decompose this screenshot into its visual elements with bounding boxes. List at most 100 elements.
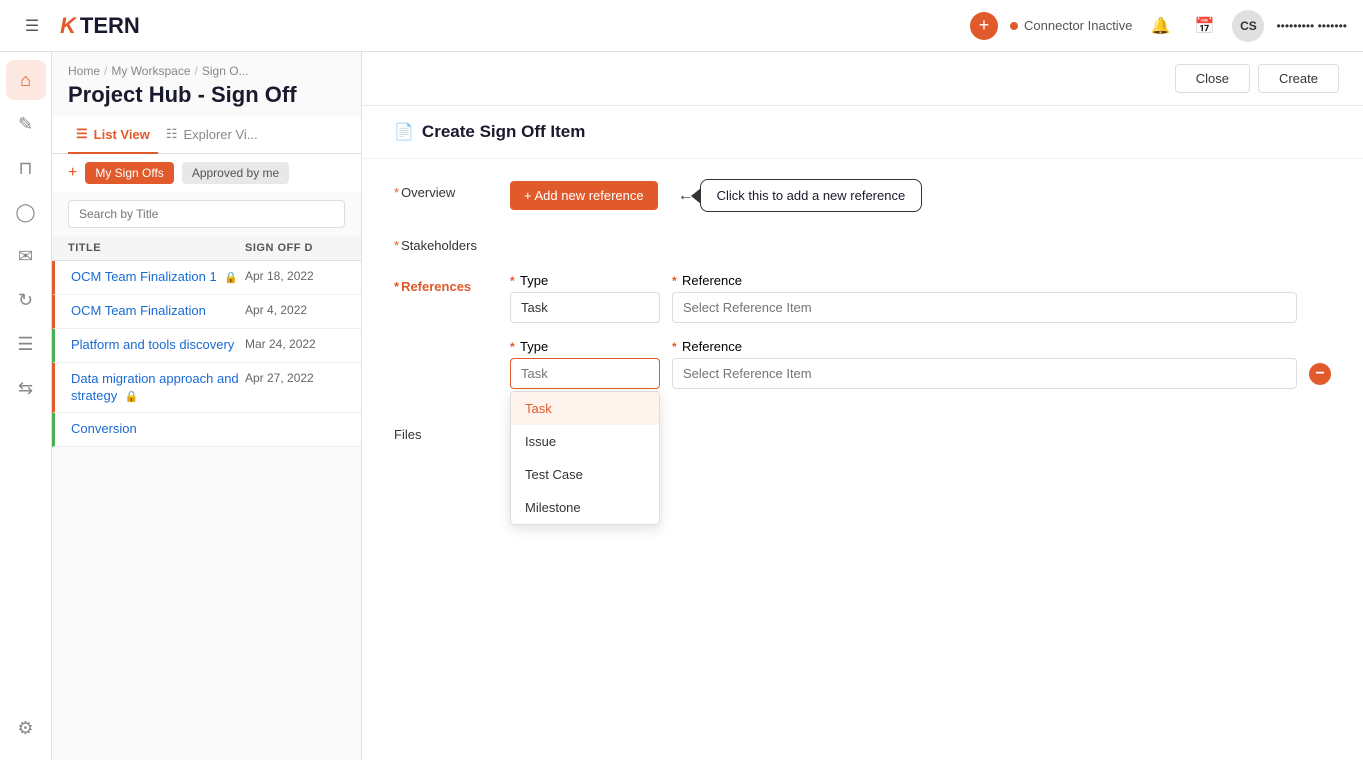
sidebar-item-circle[interactable]: ◯ <box>6 192 46 232</box>
page-title: Project Hub - Sign Off <box>52 82 361 116</box>
explorer-view-icon: ☷ <box>166 126 178 142</box>
overview-field: + Add new reference ← Click this to add … <box>510 179 1331 212</box>
filter-my-signoffs-label: My Sign Offs <box>95 166 163 180</box>
tooltip-text: Click this to add a new reference <box>717 188 906 203</box>
filter-approved-label: Approved by me <box>192 166 279 180</box>
type-dropdown-container: Task Issue Test Case Milestone <box>510 358 660 389</box>
overview-label: *Overview <box>394 179 494 200</box>
tab-explorer-label: Explorer Vi... <box>183 127 257 142</box>
ref-reference-input-2[interactable] <box>672 358 1297 389</box>
table-row[interactable]: OCM Team Finalization 1 🔒 Apr 18, 2022 <box>52 261 361 295</box>
type-col-header-2: Type <box>520 339 548 354</box>
tab-explorer-view[interactable]: ☷ Explorer Vi... <box>158 116 266 154</box>
calendar-icon[interactable]: 📅 <box>1188 10 1220 42</box>
form-topbar: Close Create <box>362 52 1363 106</box>
dropdown-item-milestone[interactable]: Milestone <box>511 491 659 524</box>
references-row: *References * Type * Reference <box>394 273 1331 401</box>
breadcrumb-sep2: / <box>195 64 198 78</box>
ref-row-2: Task Issue Test Case Milestone − <box>510 358 1331 389</box>
ref-reference-input-1[interactable] <box>672 292 1297 323</box>
sidebar-item-refresh[interactable]: ↻ <box>6 280 46 320</box>
sidebar-item-shuffle[interactable]: ⇆ <box>6 368 46 408</box>
add-new-button[interactable]: + <box>970 12 998 40</box>
breadcrumb-workspace[interactable]: My Workspace <box>111 64 190 78</box>
row-date <box>245 421 345 438</box>
connector-label: Connector Inactive <box>1024 18 1132 33</box>
ref-headers-2: * Type * Reference <box>510 339 1331 354</box>
form-panel: Close Create 📄 Create Sign Off Item *Ove… <box>362 52 1363 760</box>
dropdown-item-task[interactable]: Task <box>511 392 659 425</box>
row-date: Mar 24, 2022 <box>245 337 345 354</box>
tooltip-box: Click this to add a new reference <box>700 179 923 212</box>
files-label: Files <box>394 421 494 442</box>
references-field: * Type * Reference <box>510 273 1331 401</box>
logo: KTERN <box>60 13 140 39</box>
logo-tern: TERN <box>80 13 140 39</box>
stakeholders-row: *Stakeholders <box>394 232 1331 253</box>
form-title-icon: 📄 <box>394 122 414 142</box>
row-title: OCM Team Finalization <box>71 303 245 320</box>
filter-my-signoffs[interactable]: My Sign Offs <box>85 162 173 184</box>
filter-plus-icon[interactable]: + <box>68 164 77 182</box>
tab-list-view[interactable]: ☰ List View <box>68 116 158 154</box>
tab-list-label: List View <box>94 127 150 142</box>
remove-reference-button[interactable]: − <box>1309 363 1331 385</box>
create-button[interactable]: Create <box>1258 64 1339 93</box>
sidebar-item-send[interactable]: ✉ <box>6 236 46 276</box>
type-dropdown-menu: Task Issue Test Case Milestone <box>510 391 660 525</box>
breadcrumb-home[interactable]: Home <box>68 64 100 78</box>
references-label: *References <box>394 273 494 294</box>
ref-row-1 <box>510 292 1331 323</box>
search-bar <box>52 192 361 236</box>
row-title: Data migration approach and strategy <box>71 371 239 403</box>
filter-approved-by-me[interactable]: Approved by me <box>182 162 289 184</box>
sidebar-item-grid[interactable]: ⊓ <box>6 148 46 188</box>
required-star: * <box>394 185 399 200</box>
sidebar-item-list[interactable]: ☰ <box>6 324 46 364</box>
sidebar-item-settings[interactable]: ⚙ <box>6 708 46 748</box>
sidebar: ⌂ ✎ ⊓ ◯ ✉ ↻ ☰ ⇆ ⚙ <box>0 52 52 760</box>
filter-bar: + My Sign Offs Approved by me <box>52 154 361 192</box>
add-new-reference-button[interactable]: + Add new reference <box>510 181 658 210</box>
row-date: Apr 4, 2022 <box>245 303 345 320</box>
ref-type-input-2[interactable] <box>510 358 660 389</box>
table-row[interactable]: Data migration approach and strategy 🔒 A… <box>52 363 361 414</box>
connector-dot <box>1010 22 1018 30</box>
table-row[interactable]: Conversion <box>52 413 361 447</box>
search-input[interactable] <box>68 200 345 228</box>
breadcrumb-sep1: / <box>104 64 107 78</box>
ref-type-input-1[interactable] <box>510 292 660 323</box>
dropdown-item-testcase[interactable]: Test Case <box>511 458 659 491</box>
col-signoff-date: SIGN OFF D <box>245 242 345 254</box>
tooltip-callout: ← Click this to add a new reference <box>678 179 923 212</box>
list-view-icon: ☰ <box>76 126 88 142</box>
row-title: Conversion <box>71 421 245 438</box>
type-col-header: Type <box>520 273 548 288</box>
row-title: OCM Team Finalization 1 <box>71 269 217 284</box>
form-title: Create Sign Off Item <box>422 122 585 142</box>
logo-k: K <box>60 13 76 39</box>
sidebar-item-home[interactable]: ⌂ <box>6 60 46 100</box>
notifications-icon[interactable]: 🔔 <box>1144 10 1176 42</box>
form-title-bar: 📄 Create Sign Off Item <box>362 106 1363 159</box>
sidebar-item-edit[interactable]: ✎ <box>6 104 46 144</box>
avatar: CS <box>1232 10 1264 42</box>
table-row[interactable]: Platform and tools discovery Mar 24, 202… <box>52 329 361 363</box>
navbar: ☰ KTERN + Connector Inactive 🔔 📅 CS ••••… <box>0 0 1363 52</box>
ref-col-header-2: Reference <box>682 339 742 354</box>
row-date: Apr 27, 2022 <box>245 371 345 405</box>
table-row[interactable]: OCM Team Finalization Apr 4, 2022 <box>52 295 361 329</box>
dropdown-item-issue[interactable]: Issue <box>511 425 659 458</box>
stakeholders-label: *Stakeholders <box>394 232 494 253</box>
lock-icon: 🔒 <box>224 272 238 284</box>
overview-row: *Overview + Add new reference ← Click th… <box>394 179 1331 212</box>
connector-status: Connector Inactive <box>1010 18 1132 33</box>
main-panel: Home / My Workspace / Sign O... Project … <box>52 52 362 760</box>
lock-icon: 🔒 <box>125 391 139 403</box>
table-header: TITLE SIGN OFF D <box>52 236 361 261</box>
close-button[interactable]: Close <box>1175 64 1250 93</box>
menu-icon[interactable]: ☰ <box>16 10 48 42</box>
row-title: Platform and tools discovery <box>71 337 245 354</box>
view-tabs: ☰ List View ☷ Explorer Vi... <box>52 116 361 154</box>
row-date: Apr 18, 2022 <box>245 269 345 286</box>
